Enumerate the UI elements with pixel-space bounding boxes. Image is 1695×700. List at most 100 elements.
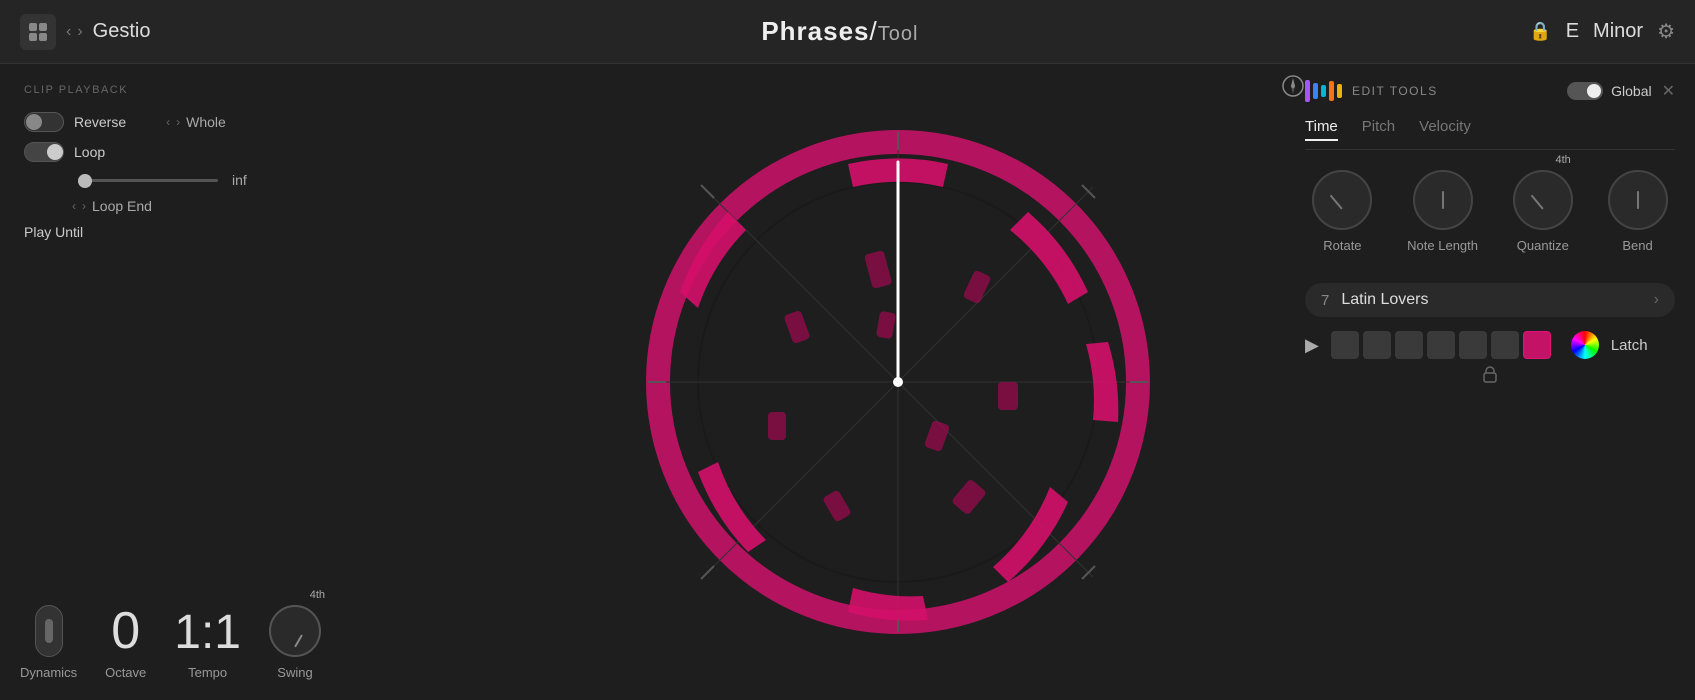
note-length-knob[interactable]	[1413, 170, 1473, 230]
nav-arrows: ‹ ›	[66, 23, 83, 41]
octave-label: Octave	[105, 665, 146, 680]
quantize-label: Quantize	[1517, 238, 1569, 253]
rotate-knob-mark	[1330, 195, 1343, 210]
title-slash: /	[870, 16, 878, 46]
controls-row-2: Loop	[24, 142, 486, 162]
circle-container	[628, 112, 1168, 652]
swing-control: 4th Swing	[269, 605, 321, 680]
tab-pitch[interactable]: Pitch	[1362, 118, 1395, 141]
global-label: Global	[1611, 83, 1651, 99]
tempo-label: Tempo	[188, 665, 227, 680]
swing-knob[interactable]	[269, 605, 321, 657]
octave-control: 0 Octave	[105, 605, 146, 680]
loop-label: Loop	[74, 144, 105, 160]
reverse-toggle[interactable]	[24, 112, 64, 132]
note-length-mark	[1442, 191, 1444, 209]
controls-row-1: Reverse ‹ › Whole	[24, 112, 486, 132]
loop-toggle[interactable]	[24, 142, 64, 162]
lock-icon[interactable]: 🔒	[1529, 21, 1551, 42]
octave-value: 0	[111, 605, 140, 657]
reverse-toggle-knob	[26, 114, 42, 130]
gear-icon[interactable]: ⚙	[1657, 19, 1675, 44]
tab-velocity[interactable]: Velocity	[1419, 118, 1471, 141]
reverse-control: Reverse	[24, 112, 126, 132]
app-center-title: Phrases/Tool	[761, 16, 918, 47]
bend-label: Bend	[1622, 238, 1652, 253]
slider-track[interactable]	[78, 179, 218, 182]
app-title: Gestio	[93, 20, 151, 43]
whole-select[interactable]: ‹ › Whole	[166, 112, 226, 132]
global-toggle: Global	[1567, 82, 1651, 100]
close-button[interactable]: ✕	[1662, 81, 1675, 101]
bend-group: Bend	[1608, 170, 1668, 253]
step-btn-4[interactable]	[1427, 331, 1455, 359]
play-button[interactable]: ▶	[1305, 335, 1319, 356]
circle-svg	[628, 112, 1168, 652]
left-panel: CLIP PLAYBACK Reverse ‹ › Whole Loop	[0, 64, 510, 700]
loop-end-row: ‹ › Loop End	[24, 198, 486, 214]
swing-mark	[294, 634, 303, 647]
dynamics-label: Dynamics	[20, 665, 77, 680]
top-bar: ‹ › Gestio Phrases/Tool 🔒 E Minor ⚙	[0, 0, 1695, 64]
whole-prev[interactable]: ‹	[166, 115, 170, 129]
nav-next[interactable]: ›	[77, 23, 82, 41]
color-bars	[1305, 80, 1342, 102]
rotate-group: Rotate	[1312, 170, 1372, 253]
top-bar-right: 🔒 E Minor ⚙	[1529, 19, 1675, 44]
loop-end-prev[interactable]: ‹	[72, 199, 76, 213]
whole-next[interactable]: ›	[176, 115, 180, 129]
preset-chevron: ›	[1654, 291, 1659, 309]
quantize-knob[interactable]	[1513, 170, 1573, 230]
dynamics-control: Dynamics	[20, 605, 77, 680]
tabs-row: Time Pitch Velocity	[1305, 118, 1675, 150]
color-bar-2	[1313, 83, 1318, 99]
color-bar-5	[1337, 84, 1342, 98]
playback-controls: ▶ Latch	[1305, 331, 1675, 359]
compass-icon[interactable]	[1281, 74, 1305, 104]
bend-knob[interactable]	[1608, 170, 1668, 230]
swing-label: Swing	[277, 665, 312, 680]
color-bar-3	[1321, 85, 1326, 97]
quantize-group: 4th Quantize	[1513, 170, 1573, 253]
step-btn-3[interactable]	[1395, 331, 1423, 359]
step-btn-7[interactable]	[1523, 331, 1551, 359]
slider-thumb[interactable]	[78, 174, 92, 188]
color-wheel-icon[interactable]	[1571, 331, 1599, 359]
step-btn-1[interactable]	[1331, 331, 1359, 359]
swing-badge: 4th	[310, 589, 325, 601]
slider-row: inf	[24, 172, 486, 188]
edit-knobs-row: Rotate Note Length 4th Quantize	[1305, 170, 1675, 253]
app-icon[interactable]	[20, 14, 56, 50]
play-until: Play Until	[24, 224, 486, 240]
tab-time[interactable]: Time	[1305, 118, 1338, 141]
preset-name: Latin Lovers	[1341, 291, 1641, 309]
loop-end-select[interactable]: ‹ › Loop End	[72, 198, 152, 214]
mode-label[interactable]: Minor	[1593, 20, 1643, 43]
loop-control: Loop	[24, 142, 105, 162]
nav-prev[interactable]: ‹	[66, 23, 71, 41]
step-buttons	[1331, 331, 1551, 359]
rotate-knob[interactable]	[1312, 170, 1372, 230]
step-btn-2[interactable]	[1363, 331, 1391, 359]
global-toggle-pill[interactable]	[1567, 82, 1603, 100]
edit-tools-header: EDIT TOOLS Global ✕	[1305, 80, 1675, 102]
rotate-label: Rotate	[1323, 238, 1361, 253]
color-bar-4	[1329, 81, 1334, 101]
top-bar-left: ‹ › Gestio	[20, 14, 150, 50]
right-panel: EDIT TOOLS Global ✕ Time Pitch Velocity …	[1285, 64, 1695, 700]
tempo-value: 1:1	[174, 609, 241, 657]
loop-toggle-knob	[47, 144, 63, 160]
loop-end-next[interactable]: ›	[82, 199, 86, 213]
latch-label: Latch	[1611, 337, 1648, 354]
step-btn-5[interactable]	[1459, 331, 1487, 359]
key-label[interactable]: E	[1566, 20, 1579, 43]
bend-mark	[1637, 191, 1639, 209]
tempo-control: 1:1 Tempo	[174, 609, 241, 680]
step-btn-6[interactable]	[1491, 331, 1519, 359]
note-length-group: Note Length	[1407, 170, 1478, 253]
preset-row[interactable]: 7 Latin Lovers ›	[1305, 283, 1675, 317]
dynamics-knob[interactable]	[35, 605, 63, 657]
preset-number: 7	[1321, 292, 1329, 309]
lock-bottom-icon[interactable]	[1305, 365, 1675, 383]
reverse-label: Reverse	[74, 114, 126, 130]
